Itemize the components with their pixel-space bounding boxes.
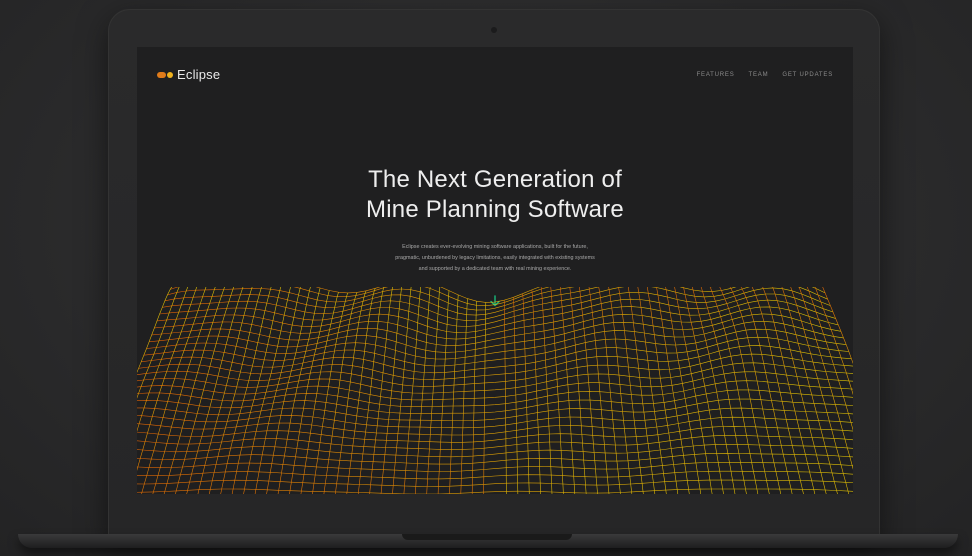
laptop-screen: Eclipse FEATURES TEAM GET UPDATES The Ne… <box>137 47 853 494</box>
nav-features[interactable]: FEATURES <box>697 72 735 78</box>
nav-get-updates[interactable]: GET UPDATES <box>782 72 833 78</box>
hero-title-line-1: The Next Generation of <box>368 166 622 193</box>
hero-body-line-3: and supported by a dedicated team with r… <box>418 266 572 272</box>
nav-team[interactable]: TEAM <box>749 72 769 78</box>
hero-title: The Next Generation of Mine Planning Sof… <box>137 165 853 225</box>
terrain-wireframe-image <box>137 287 853 494</box>
top-nav: FEATURES TEAM GET UPDATES <box>697 72 833 78</box>
hero-body-line-2: pragmatic, unburdened by legacy limitati… <box>395 255 595 261</box>
brand-name: Eclipse <box>177 67 221 82</box>
camera <box>491 27 497 33</box>
mockup-stage: Eclipse FEATURES TEAM GET UPDATES The Ne… <box>0 0 972 556</box>
laptop-notch <box>402 534 572 540</box>
hero-body-line-1: Eclipse creates ever-evolving mining sof… <box>402 244 588 250</box>
hero-description: Eclipse creates ever-evolving mining sof… <box>345 242 645 275</box>
eclipse-logo-icon <box>157 71 173 78</box>
brand-link[interactable]: Eclipse <box>157 67 220 82</box>
hero-title-line-2: Mine Planning Software <box>366 196 624 223</box>
